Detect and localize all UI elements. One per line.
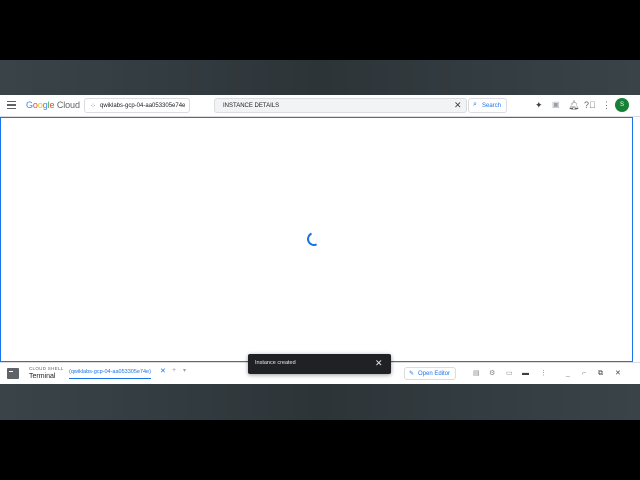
- search-button[interactable]: ⌕ Search: [468, 98, 507, 113]
- google-cloud-logo[interactable]: Google Cloud: [26, 100, 80, 110]
- project-selector[interactable]: ⁘ qwiklabs-gcp-04-aa053305e74e: [84, 98, 190, 113]
- more-options-icon[interactable]: ⋮: [540, 369, 547, 378]
- letterbox-top: [0, 0, 640, 60]
- notifications-bell-icon[interactable]: 🔔︎: [568, 99, 579, 111]
- browser-window: Google Cloud ⁘ qwiklabs-gcp-04-aa053305e…: [0, 95, 640, 384]
- terminal-icon: [7, 368, 19, 379]
- terminal-title: Terminal: [29, 373, 56, 380]
- search-button-label: Search: [482, 103, 502, 109]
- settings-gear-icon[interactable]: ⚙: [489, 369, 495, 378]
- terminal-tab[interactable]: (qwiklabs-gcp-04-aa053305e74e): [69, 369, 151, 379]
- display-icon[interactable]: ▬: [522, 369, 529, 378]
- avatar[interactable]: S: [615, 98, 629, 112]
- logo-cloud-text: Cloud: [56, 100, 80, 110]
- avatar-initial: S: [619, 102, 624, 108]
- keyboard-icon[interactable]: ▤: [473, 369, 480, 378]
- search-icon: ⌕: [473, 101, 477, 108]
- open-new-window-icon[interactable]: ⧉: [598, 369, 603, 378]
- loading-spinner-icon: [305, 230, 323, 248]
- toast-close-icon[interactable]: ✕: [375, 357, 383, 369]
- console-header: Google Cloud ⁘ qwiklabs-gcp-04-aa053305e…: [0, 95, 640, 117]
- restore-icon[interactable]: ⌐: [582, 369, 586, 378]
- toast-message: Instance created: [255, 360, 296, 366]
- tab-dropdown-icon[interactable]: ▾: [183, 367, 186, 374]
- gemini-sparkle-icon[interactable]: ✦: [535, 99, 543, 111]
- snackbar-toast: Instance created: [248, 354, 391, 374]
- help-icon[interactable]: ?⃝: [584, 99, 596, 111]
- add-tab-icon[interactable]: +: [172, 367, 176, 374]
- project-name: qwiklabs-gcp-04-aa053305e74e: [100, 103, 186, 109]
- close-tab-icon[interactable]: ✕: [160, 367, 166, 375]
- search-input[interactable]: INSTANCE DETAILS: [214, 98, 467, 113]
- clear-search-icon[interactable]: ✕: [454, 99, 462, 111]
- project-nodes-icon: ⁘: [90, 103, 96, 110]
- cloud-shell-activate-icon[interactable]: ▣: [552, 99, 560, 111]
- pencil-icon: ✎: [409, 371, 415, 377]
- close-shell-icon[interactable]: ✕: [615, 369, 621, 378]
- search-value: INSTANCE DETAILS: [223, 103, 280, 109]
- hamburger-menu-icon[interactable]: [7, 101, 16, 110]
- more-vert-icon[interactable]: ⋮: [602, 99, 611, 111]
- minimize-icon[interactable]: _: [566, 369, 570, 378]
- main-content-area: [0, 117, 633, 362]
- open-editor-button[interactable]: ✎ Open Editor: [404, 367, 456, 380]
- web-preview-icon[interactable]: ▭: [506, 369, 513, 378]
- letterbox-bottom: [0, 420, 640, 480]
- open-editor-label: Open Editor: [418, 371, 451, 377]
- cloud-shell-label: CLOUD SHELL: [29, 366, 64, 371]
